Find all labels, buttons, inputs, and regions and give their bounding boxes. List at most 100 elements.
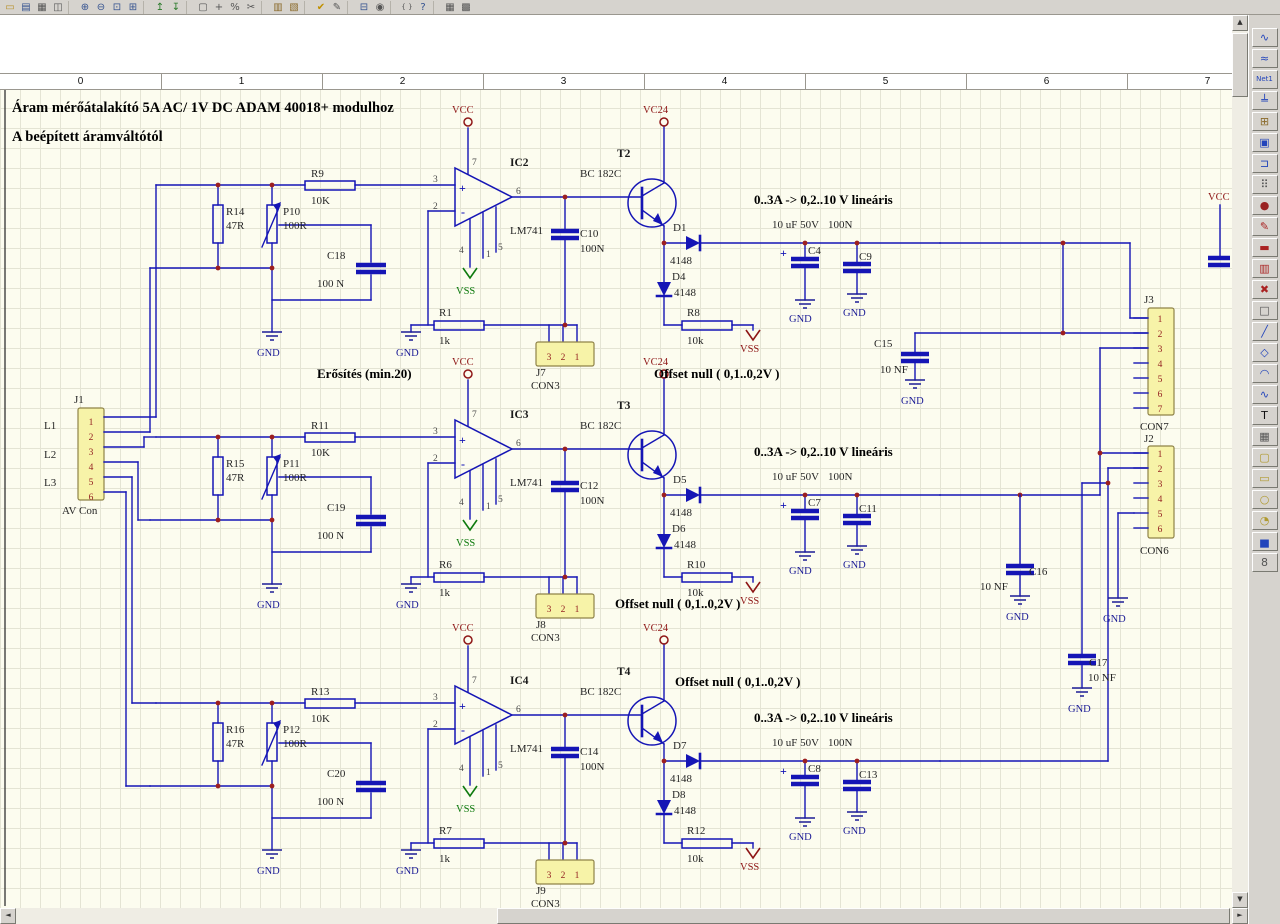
bezier-tool-button[interactable]: ∿ [1251, 385, 1278, 404]
svg-text:+: + [780, 246, 787, 260]
sheet-symbol-tool-button[interactable]: ▣ [1251, 133, 1278, 152]
input-resistor-network[interactable] [212, 698, 733, 849]
input-connector-j1[interactable]: J1 1 2 3 4 5 6 AV Con L1 L2 L3 [44, 184, 157, 787]
power-port-tool-button[interactable]: ╧ [1251, 91, 1278, 110]
channel-1[interactable]: + - + 3 2 1 R9 10K R14 47R P10 100R C18 … [149, 105, 941, 392]
offset-connector[interactable]: 3 2 1 [535, 593, 595, 619]
channel-2[interactable]: + - + 3 2 1 R11 10K R15 47R P11 100R C19… [149, 357, 941, 644]
offset-connector[interactable]: 3 2 1 [535, 341, 595, 367]
offset-connector[interactable]: 3 2 1 [535, 859, 595, 885]
polygon-tool-button[interactable]: ◇ [1251, 343, 1278, 362]
print-icon[interactable]: ▦ [34, 1, 50, 14]
zoom-all-icon[interactable]: ⊞ [125, 1, 141, 14]
matrix-tool-button[interactable]: ▥ [1251, 259, 1278, 278]
svg-text:GND: GND [257, 866, 280, 877]
svg-text:GND: GND [1006, 612, 1029, 623]
svg-text:Offset null ( 0,1..0,2V ): Offset null ( 0,1..0,2V ) [675, 674, 800, 689]
pie-tool-button[interactable]: ◔ [1251, 511, 1278, 530]
svg-text:VSS: VSS [456, 286, 475, 297]
svg-text:100N: 100N [580, 243, 605, 255]
cut-icon[interactable]: ✂ [243, 1, 259, 14]
array-tool-button[interactable]: ⠿ [1251, 175, 1278, 194]
part-tool-button[interactable]: ⊞ [1251, 112, 1278, 131]
filter-capacitors[interactable]: C15 10 NF GND C16 10 NF GND C17 10 NF GN… [874, 332, 1135, 715]
vertical-scrollbar[interactable]: ▲ ▼ [1232, 15, 1248, 908]
svg-text:R14: R14 [226, 206, 245, 218]
svg-text:VSS: VSS [740, 862, 759, 873]
svg-text:D5: D5 [673, 474, 687, 486]
svg-text:T4: T4 [617, 666, 631, 678]
wire-tool-button[interactable]: ∿ [1251, 28, 1278, 47]
transistor-symbol[interactable] [627, 696, 677, 746]
print-setup-icon[interactable]: ▦ [442, 1, 458, 14]
sheet-entry-tool-button[interactable]: ⊐ [1251, 154, 1278, 173]
vertical-scroll-thumb[interactable] [1232, 33, 1248, 97]
new-sheet-tool-button[interactable]: □ [1251, 301, 1278, 320]
print-preview-icon[interactable]: ◫ [50, 1, 66, 14]
ascend-hierarchy-icon[interactable]: ↥ [152, 1, 168, 14]
help-icon[interactable]: ? [415, 1, 431, 14]
scroll-down-button[interactable]: ▼ [1232, 892, 1248, 908]
wire-segments[interactable] [149, 125, 941, 343]
channel-3[interactable]: + - + 3 2 1 R13 10K R16 47R P12 100R C20… [149, 623, 941, 910]
library-icon[interactable]: ▥ [270, 1, 286, 14]
seven-seg-tool-button[interactable]: 8 [1251, 553, 1278, 572]
svg-text:100N: 100N [828, 471, 853, 483]
svg-text:4148: 4148 [674, 805, 697, 817]
scroll-left-button[interactable]: ◄ [0, 908, 16, 924]
svg-text:R16: R16 [226, 724, 245, 736]
scale-icon[interactable]: % [227, 1, 243, 14]
save-icon[interactable]: ▤ [18, 1, 34, 14]
svg-text:7: 7 [472, 676, 477, 686]
grid-toggle-icon[interactable]: ▩ [458, 1, 474, 14]
annotate-pen-tool-button[interactable]: ✎ [1251, 217, 1278, 236]
svg-text:100R: 100R [283, 472, 308, 484]
select-area-icon[interactable]: ▢ [195, 1, 211, 14]
brush-tool-button[interactable]: ▬ [1251, 238, 1278, 257]
ellipse-tool-button[interactable]: ○ [1251, 490, 1278, 509]
horizontal-scrollbar[interactable]: ◄ ► [0, 908, 1248, 924]
browse-library-icon[interactable]: ▧ [286, 1, 302, 14]
add-part-icon[interactable]: ⊟ [356, 1, 372, 14]
edit-sheet-icon[interactable]: ✎ [329, 1, 345, 14]
svg-text:D8: D8 [672, 789, 686, 801]
scroll-up-button[interactable]: ▲ [1232, 15, 1248, 31]
rect-tool-button[interactable]: ▭ [1251, 469, 1278, 488]
table-tool-button[interactable]: ▦ [1251, 427, 1278, 446]
zoom-out-icon[interactable]: ⊖ [93, 1, 109, 14]
zoom-in-icon[interactable]: ⊕ [77, 1, 93, 14]
erc-check-icon[interactable]: ✔ [313, 1, 329, 14]
svg-text:GND: GND [396, 348, 419, 359]
output-connector-j2[interactable]: J2 1 2 3 4 5 6 CON6 [1133, 433, 1175, 557]
descend-hierarchy-icon[interactable]: ↧ [168, 1, 184, 14]
arc-tool-button[interactable]: ◠ [1251, 364, 1278, 383]
transistor-symbol[interactable] [627, 178, 677, 228]
horizontal-scroll-thumb[interactable] [497, 908, 1230, 924]
chart-tool-button[interactable]: ▅ [1251, 532, 1278, 551]
junction-tool-button[interactable]: ● [1251, 196, 1278, 215]
wire-segments[interactable] [149, 377, 941, 595]
svg-text:Offset null ( 0,1..0,2V ): Offset null ( 0,1..0,2V ) [615, 596, 740, 611]
text-tool-button[interactable]: T [1251, 406, 1278, 425]
net-label-tool-button[interactable]: Net1 [1251, 70, 1278, 89]
open-icon[interactable]: ▭ [2, 1, 18, 14]
visibility-icon[interactable]: ◉ [372, 1, 388, 14]
rounded-rect-tool-button[interactable]: ▢ [1251, 448, 1278, 467]
bus-tool-button[interactable]: ≈ [1251, 49, 1278, 68]
zoom-window-icon[interactable]: ⊡ [109, 1, 125, 14]
svg-text:L2: L2 [44, 449, 56, 461]
scroll-right-button[interactable]: ► [1232, 908, 1248, 924]
svg-text:VC24: VC24 [643, 105, 669, 116]
svg-text:+: + [780, 764, 787, 778]
schematic-canvas[interactable]: Áram mérőátalakító 5A AC/ 1V DC ADAM 400… [0, 0, 1232, 924]
wire-segments[interactable] [149, 643, 941, 861]
input-resistor-network[interactable] [212, 180, 733, 331]
svg-text:C20: C20 [327, 768, 346, 780]
output-connector-j3[interactable]: J3 1 2 3 4 5 6 7 CON7 [1133, 294, 1175, 433]
line-tool-button[interactable]: ╱ [1251, 322, 1278, 341]
transistor-symbol[interactable] [627, 430, 677, 480]
move-selection-icon[interactable]: + [211, 1, 227, 14]
braces-icon[interactable]: { } [399, 1, 415, 14]
delete-tool-button[interactable]: ✖ [1251, 280, 1278, 299]
input-resistor-network[interactable] [212, 432, 733, 583]
